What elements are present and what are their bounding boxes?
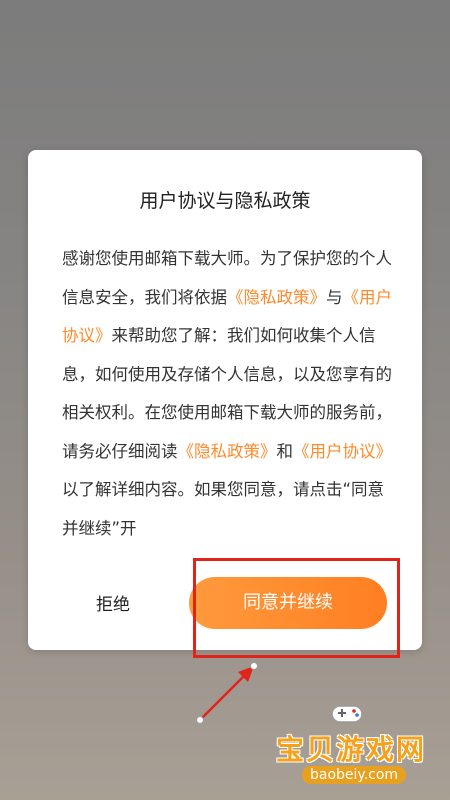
watermark-url: baobeiy.com [302, 766, 407, 784]
privacy-policy-link[interactable]: 《隐私政策》 [178, 442, 277, 461]
annotation-arrow-icon [196, 662, 258, 724]
user-agreement-link[interactable]: 《用户协议》 [293, 442, 392, 461]
body-text: 以了解详细内容。如果您同意，请点击“同意并继续”开 [62, 480, 385, 538]
game-controller-icon [331, 705, 363, 723]
reject-button[interactable]: 拒绝 [86, 590, 186, 620]
privacy-policy-link[interactable]: 《隐私政策》 [227, 288, 326, 307]
body-text: 来帮助您了解：我们如何收集个人信息，如何使用及存储个人信息，以及您享有的相关权利… [62, 326, 392, 461]
watermark-title: 宝贝游戏网 [276, 733, 427, 766]
body-text: 与 [326, 287, 343, 307]
annotation-highlight-box [193, 558, 400, 658]
dialog-title: 用户协议与隐私政策 [139, 190, 311, 212]
dialog-body: 感谢您使用邮箱下载大师。为了保护您的个人信息安全，我们将依据《隐私政策》与《用户… [62, 240, 392, 540]
body-text: 和 [276, 441, 294, 461]
watermark: 宝贝游戏网 baobeiy.com [270, 700, 440, 790]
